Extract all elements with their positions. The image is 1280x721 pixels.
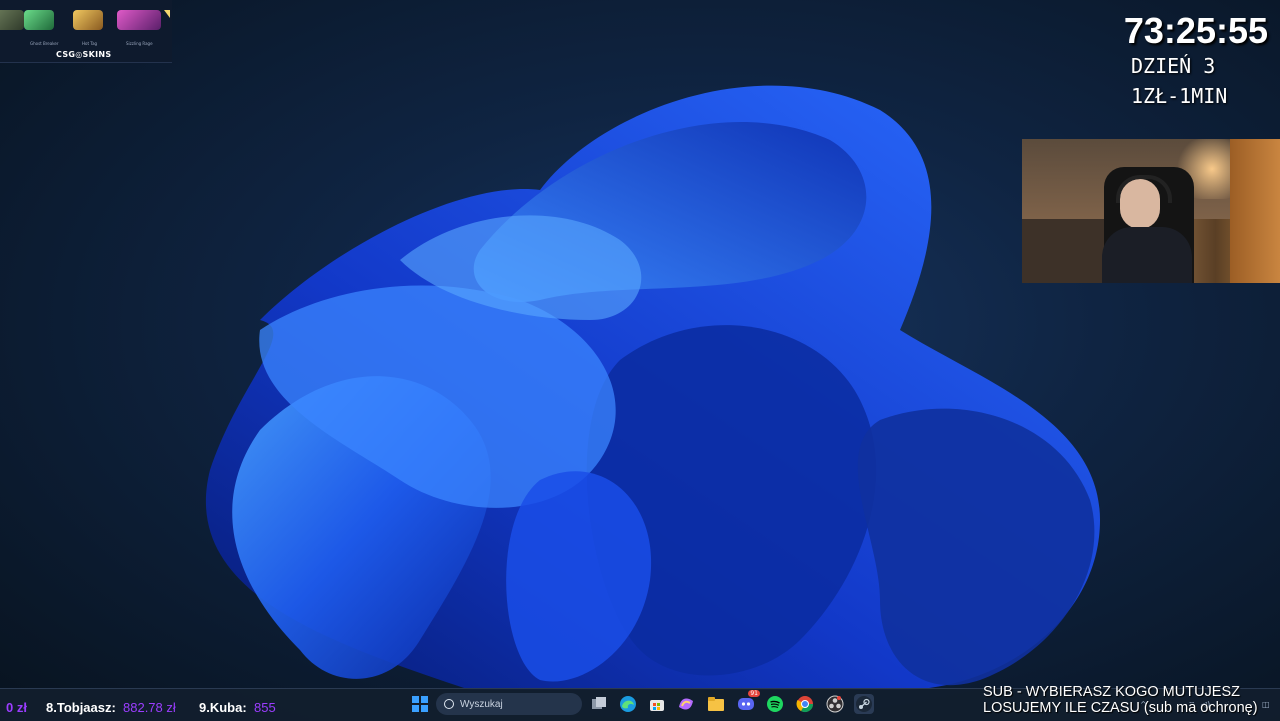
sub-rules-line: SUB - WYBIERASZ KOGO MUTUJESZ bbox=[983, 684, 1240, 700]
skin-thumbnail bbox=[0, 10, 24, 30]
subathon-timer: 73:25:55 bbox=[1123, 10, 1268, 51]
taskbar-search[interactable]: Wyszukaj bbox=[436, 693, 582, 715]
file-explorer-icon[interactable] bbox=[706, 694, 726, 714]
desktop-wallpaper bbox=[0, 0, 1280, 720]
chrome-icon[interactable] bbox=[795, 694, 815, 714]
corner-marker-icon bbox=[164, 10, 170, 18]
skin-thumbnail bbox=[73, 10, 103, 30]
streamer-body bbox=[1102, 227, 1192, 283]
skin-label: Sizzling Rage bbox=[126, 41, 153, 46]
spotify-icon[interactable] bbox=[765, 694, 785, 714]
discord-notification-badge: 91 bbox=[748, 690, 760, 697]
steam-icon[interactable] bbox=[854, 694, 874, 714]
skin-label: Hot Tag bbox=[82, 41, 98, 46]
sponsor-banner: Ghost Breaker Hot Tag Sizzling Rage CSG◎… bbox=[0, 0, 172, 63]
windows-start-icon[interactable] bbox=[410, 694, 430, 714]
search-icon bbox=[444, 699, 454, 709]
csgo-skins-logo: CSG◎SKINS bbox=[56, 50, 112, 59]
leaderboard-name: 9.Kuba: bbox=[199, 700, 247, 715]
notification-icon[interactable]: ◫ bbox=[1262, 700, 1270, 709]
donation-rate: 1ZŁ-1MIN bbox=[1131, 84, 1228, 108]
door bbox=[1230, 139, 1280, 283]
skin-thumbnail bbox=[24, 10, 54, 30]
leaderboard-amount: 882.78 zł bbox=[123, 700, 176, 715]
copilot-icon[interactable] bbox=[676, 694, 696, 714]
search-placeholder: Wyszukaj bbox=[460, 698, 503, 710]
discord-icon[interactable]: 91 bbox=[736, 690, 760, 714]
sub-rules-line: LOSUJEMY ILE CZASU (sub ma ochronę) bbox=[983, 700, 1258, 716]
skin-thumbnail bbox=[117, 10, 161, 30]
windows-bloom-wallpaper bbox=[205, 85, 1101, 690]
store-icon[interactable] bbox=[647, 694, 667, 714]
day-counter: DZIEŃ 3 bbox=[1131, 54, 1216, 78]
obs-icon[interactable] bbox=[825, 694, 845, 714]
edge-icon[interactable] bbox=[618, 694, 638, 714]
leaderboard-amount: 855 bbox=[254, 700, 276, 715]
leaderboard-name: 8.Tobjaasz: bbox=[46, 700, 116, 715]
webcam-feed bbox=[1022, 139, 1280, 283]
sub-rules-text: SUB - WYBIERASZ KOGO MUTUJESZ LOSUJEMY I… bbox=[983, 684, 1258, 716]
leaderboard-amount: 0 zł bbox=[6, 700, 27, 715]
skin-label: Ghost Breaker bbox=[30, 41, 59, 46]
task-view-icon[interactable] bbox=[589, 694, 609, 714]
